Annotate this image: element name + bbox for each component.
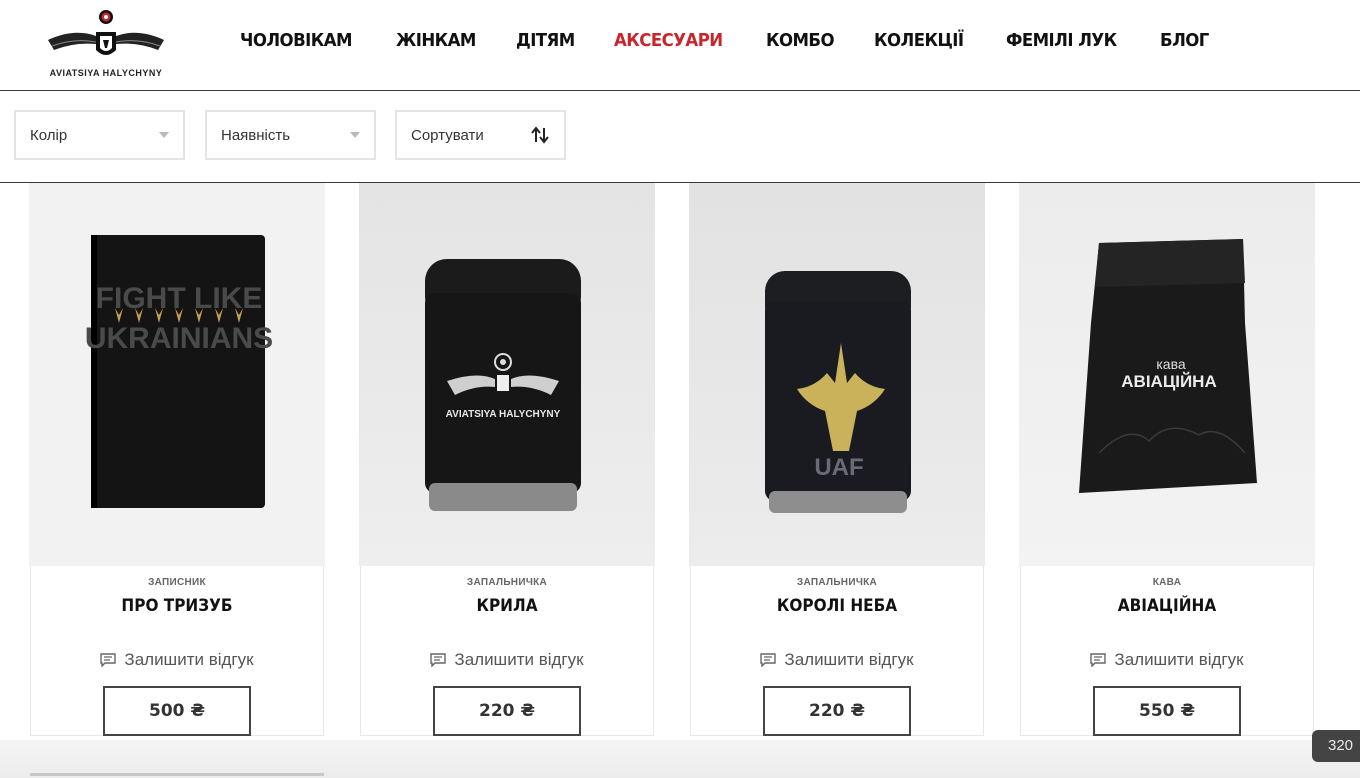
product-title[interactable]: АВІАЦІЙНА [1036, 596, 1299, 616]
sort-label: Сортувати [411, 126, 484, 144]
nav-item-women[interactable]: ЖІНКАМ [396, 30, 476, 51]
comment-icon [100, 653, 117, 667]
product-image-notebook[interactable]: FIGHT LIKE UKRAINIANS [29, 183, 325, 566]
main-nav: ЧОЛОВІКАМ ЖІНКАМ ДІТЯМ АКСЕСУАРИ КОМБО К… [240, 30, 1247, 51]
lighter-print-text: UAF [814, 454, 863, 481]
product-card[interactable]: кава АВІАЦІЙНА КАВА АВІАЦІЙНА Залишити в… [1019, 183, 1315, 736]
nav-item-collections[interactable]: КОЛЕКЦІЇ [874, 30, 964, 51]
price-button[interactable]: 220 ₴ [763, 686, 911, 736]
nav-item-blog[interactable]: БЛОГ [1160, 30, 1209, 51]
product-info: КАВА АВІАЦІЙНА Залишити відгук 550 ₴ [1020, 566, 1314, 736]
product-image-lighter-uaf[interactable]: UAF [689, 183, 985, 566]
notebook-cover-text-1: FIGHT LIKE [96, 282, 263, 315]
comment-icon [760, 653, 777, 667]
product-card[interactable]: FIGHT LIKE UKRAINIANS ЗАПИСНИК ПРО ТРИЗУ… [29, 183, 325, 736]
chevron-down-icon [350, 132, 360, 138]
product-info: ЗАПИСНИК ПРО ТРИЗУБ Залишити відгук 500 … [30, 566, 324, 736]
leave-review-link[interactable]: Залишити відгук [1021, 650, 1313, 670]
nav-item-men[interactable]: ЧОЛОВІКАМ [240, 30, 353, 51]
winged-emblem-icon [48, 10, 164, 55]
product-category: ЗАПАЛЬНИЧКА [796, 577, 878, 588]
product-title[interactable]: ПРО ТРИЗУБ [46, 596, 309, 616]
product-grid: FIGHT LIKE UKRAINIANS ЗАПИСНИК ПРО ТРИЗУ… [0, 183, 1360, 743]
leave-review-label: Залишити відгук [124, 650, 254, 669]
product-category: ЗАПАЛЬНИЧКА [466, 577, 548, 588]
nav-item-family-look[interactable]: ФЕМІЛІ ЛУК [1006, 30, 1117, 51]
color-filter-select[interactable]: Колір [14, 110, 185, 160]
brand-logo[interactable]: AVIATSIYA HALYCHYNY [44, 6, 168, 82]
sort-button[interactable]: Сортувати [395, 110, 566, 160]
price-button[interactable]: 550 ₴ [1093, 686, 1241, 736]
floating-tag[interactable]: 320 [1312, 730, 1360, 762]
product-image-coffee[interactable]: кава АВІАЦІЙНА [1019, 183, 1315, 566]
product-info: ЗАПАЛЬНИЧКА КРИЛА Залишити відгук 220 ₴ [360, 566, 654, 736]
product-category: ЗАПИСНИК [148, 577, 206, 588]
leave-review-link[interactable]: Залишити відгук [361, 650, 653, 670]
product-title[interactable]: КОРОЛІ НЕБА [706, 596, 969, 616]
availability-filter-label: Наявність [221, 126, 291, 144]
leave-review-label: Залишити відгук [1114, 650, 1244, 669]
color-filter-label: Колір [30, 126, 68, 144]
nav-item-combo[interactable]: КОМБО [766, 30, 835, 51]
product-category: КАВА [1152, 577, 1182, 588]
nav-item-kids[interactable]: ДІТЯМ [516, 30, 575, 51]
leave-review-link[interactable]: Залишити відгук [31, 650, 323, 670]
notebook-cover-text-2: UKRAINIANS [85, 322, 273, 355]
filter-bar: Колір Наявність Сортувати [0, 92, 1360, 183]
product-card[interactable]: UAF ЗАПАЛЬНИЧКА КОРОЛІ НЕБА Залишити від… [689, 183, 985, 736]
brand-logo-text: AVIATSIYA HALYCHYNY [49, 68, 163, 78]
lighter-print-text: AVIATSIYA HALYCHYNY [446, 409, 561, 420]
comment-icon [1090, 653, 1107, 667]
product-title[interactable]: КРИЛА [376, 596, 639, 616]
product-info: ЗАПАЛЬНИЧКА КОРОЛІ НЕБА Залишити відгук … [690, 566, 984, 736]
sort-arrows-icon [531, 126, 549, 144]
product-image-lighter-wings[interactable]: AVIATSIYA HALYCHYNY [359, 183, 655, 566]
chevron-down-icon [159, 132, 169, 138]
product-card[interactable]: AVIATSIYA HALYCHYNY ЗАПАЛЬНИЧКА КРИЛА За… [359, 183, 655, 736]
leave-review-link[interactable]: Залишити відгук [691, 650, 983, 670]
leave-review-label: Залишити відгук [454, 650, 584, 669]
comment-icon [430, 653, 447, 667]
price-button[interactable]: 500 ₴ [103, 686, 251, 736]
nav-item-accessories[interactable]: АКСЕСУАРИ [614, 30, 723, 51]
price-button[interactable]: 220 ₴ [433, 686, 581, 736]
coffee-pack-text-1: кава [1156, 356, 1185, 372]
site-header: AVIATSIYA HALYCHYNY ЧОЛОВІКАМ ЖІНКАМ ДІТ… [0, 0, 1360, 91]
horizontal-scrollbar[interactable] [30, 773, 324, 776]
leave-review-label: Залишити відгук [784, 650, 914, 669]
coffee-pack-text-2: АВІАЦІЙНА [1121, 372, 1216, 391]
availability-filter-select[interactable]: Наявність [205, 110, 376, 160]
